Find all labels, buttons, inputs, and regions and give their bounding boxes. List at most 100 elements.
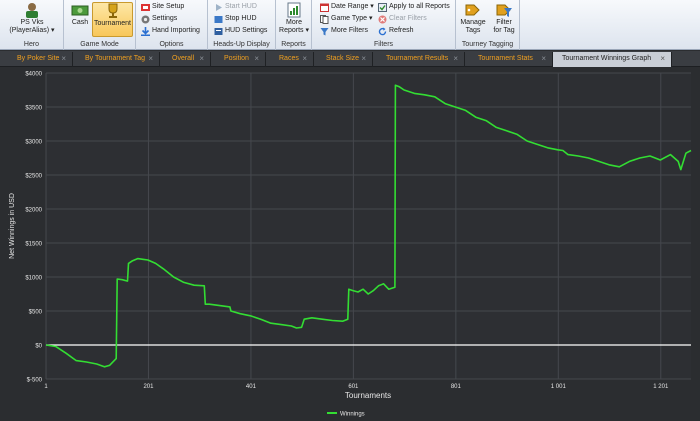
more-filters-label: More Filters: [331, 27, 368, 34]
y-tick-label: $500: [29, 310, 43, 316]
calendar-icon: [320, 3, 329, 12]
close-tab-icon[interactable]: ×: [541, 52, 546, 66]
group-label-hud: Heads-Up Display: [213, 41, 270, 48]
plot-area: [46, 73, 691, 379]
winnings-graph-svg: $-500 $0 $500 $1000 $1500 $2000 $2500 $3000 $350…: [0, 68, 700, 421]
y-axis-label: Net Winnings in USD: [9, 193, 16, 259]
tab-label: Tournament Results: [386, 55, 449, 62]
tab-races[interactable]: Races ×: [266, 52, 314, 67]
x-tick-label: 1 201: [653, 384, 669, 390]
group-label-game-mode: Game Mode: [80, 41, 119, 48]
filter-for-tag-label-1: Filter: [496, 19, 512, 26]
y-tick-label: $1000: [25, 276, 42, 282]
tab-overall[interactable]: Overall ×: [160, 52, 211, 67]
close-tab-icon[interactable]: ×: [254, 52, 259, 66]
site-setup-icon: [141, 3, 150, 11]
x-tick-label: 401: [246, 384, 257, 390]
game-type-button[interactable]: Game Type ▾: [320, 14, 373, 24]
hud-settings-button[interactable]: HUD Settings: [214, 26, 267, 36]
start-hud-button[interactable]: Start HUD: [214, 2, 257, 12]
close-tab-icon[interactable]: ×: [199, 52, 204, 66]
hand-importing-label: Hand Importing: [152, 27, 200, 34]
tab-stack-size[interactable]: Stack Size ×: [314, 52, 373, 67]
tag-filter-icon: [496, 4, 512, 17]
refresh-button[interactable]: Refresh: [378, 26, 414, 36]
x-tick-label: 601: [348, 384, 359, 390]
cash-icon: [71, 5, 89, 16]
y-tick-label: $3500: [25, 106, 42, 112]
group-hud: Start HUD Stop HUD HUD Settings Heads-Up…: [208, 0, 276, 50]
tab-by-poker-site[interactable]: By Poker Site ×: [1, 52, 73, 67]
tab-tournament-winnings-graph[interactable]: Tournament Winnings Graph ×: [553, 52, 672, 67]
group-label-hero: Hero: [23, 41, 40, 48]
x-tick-label: 1 001: [551, 384, 567, 390]
hand-importing-button[interactable]: Hand Importing: [141, 26, 200, 36]
tab-tournament-stats[interactable]: Tournament Stats ×: [465, 52, 553, 67]
date-range-button[interactable]: Date Range ▾: [320, 2, 374, 12]
site-setup-label: Site Setup: [152, 3, 185, 10]
close-tab-icon[interactable]: ×: [61, 52, 66, 66]
hero-name: PS Vks: [20, 19, 44, 26]
cash-mode-button[interactable]: Cash: [68, 2, 92, 27]
group-hero: PS Vks (PlayerAlias) ▾ Hero: [0, 0, 64, 50]
clear-filters-label: Clear Filters: [389, 15, 427, 22]
stop-hud-button[interactable]: Stop HUD: [214, 14, 257, 24]
y-tick-label: $2000: [25, 208, 42, 214]
settings-button[interactable]: Settings: [141, 14, 177, 24]
group-label-reports: Reports: [281, 41, 306, 48]
filter-for-tag-label-2: for Tag: [493, 27, 515, 34]
tab-position[interactable]: Position ×: [211, 52, 266, 67]
tab-by-tournament-tag[interactable]: By Tournament Tag ×: [73, 52, 160, 67]
settings-label: Settings: [152, 15, 178, 22]
close-tab-icon[interactable]: ×: [660, 52, 665, 66]
cash-label: Cash: [71, 19, 89, 26]
y-tick-label: $4000: [25, 72, 42, 78]
group-game-mode: Cash Tournament Game Mode: [64, 0, 136, 50]
apply-all-icon: [378, 2, 387, 12]
close-tab-icon[interactable]: ×: [302, 52, 307, 66]
close-tab-icon[interactable]: ×: [361, 52, 366, 66]
game-type-label: Game Type ▾: [331, 15, 373, 22]
stop-icon: [214, 15, 223, 23]
legend-label-winnings: Winnings: [340, 412, 365, 418]
close-tab-icon[interactable]: ×: [148, 52, 153, 66]
gear-icon: [141, 15, 150, 23]
refresh-icon: [378, 27, 387, 35]
x-tick-label: 801: [451, 384, 462, 390]
group-filters: Date Range ▾ Game Type ▾ More Filters Ap…: [312, 0, 456, 50]
more-reports-label-2: Reports ▾: [279, 27, 309, 34]
poker-player-icon: [26, 3, 38, 18]
tournament-mode-button[interactable]: Tournament: [92, 2, 133, 37]
tab-label: Position: [224, 55, 249, 62]
more-filters-button[interactable]: More Filters: [320, 26, 368, 36]
tab-label: Tournament Stats: [478, 55, 533, 62]
apply-all-reports-button[interactable]: Apply to all Reports: [378, 2, 450, 12]
date-range-label: Date Range ▾: [331, 3, 374, 10]
site-setup-button[interactable]: Site Setup: [141, 2, 184, 12]
hero-selector-button[interactable]: PS Vks (PlayerAlias) ▾: [4, 2, 60, 35]
group-reports: More Reports ▾ Reports: [276, 0, 312, 50]
x-tick-label: 201: [143, 384, 154, 390]
clear-filters-button[interactable]: Clear Filters: [378, 14, 427, 24]
tab-label: By Poker Site: [17, 55, 60, 62]
stop-hud-label: Stop HUD: [225, 15, 257, 22]
y-tick-label: $0: [35, 344, 42, 350]
group-label-tourney-tagging: Tourney Tagging: [461, 41, 514, 48]
manage-tags-label-2: Tags: [465, 27, 481, 34]
group-label-options: Options: [159, 41, 184, 48]
hero-alias: (PlayerAlias) ▾: [9, 27, 55, 34]
filter-for-tag-button[interactable]: Filter for Tag: [489, 2, 519, 35]
tab-label: Overall: [172, 55, 195, 62]
tournament-label: Tournament: [94, 20, 131, 27]
more-reports-label-1: More: [286, 19, 302, 26]
close-tab-icon[interactable]: ×: [453, 52, 458, 66]
tab-tournament-results[interactable]: Tournament Results ×: [373, 52, 465, 67]
hand-import-icon: [141, 26, 150, 36]
group-tourney-tagging: Manage Tags Filter for Tag Tourney Taggi…: [456, 0, 520, 50]
game-type-icon: [320, 14, 329, 24]
report-tab-bar: By Poker Site × By Tournament Tag × Overal…: [0, 51, 700, 67]
tab-label: By Tournament Tag: [85, 55, 146, 62]
x-axis-label: Tournaments: [345, 391, 391, 400]
more-reports-button[interactable]: More Reports ▾: [278, 2, 310, 35]
manage-tags-button[interactable]: Manage Tags: [458, 2, 488, 35]
